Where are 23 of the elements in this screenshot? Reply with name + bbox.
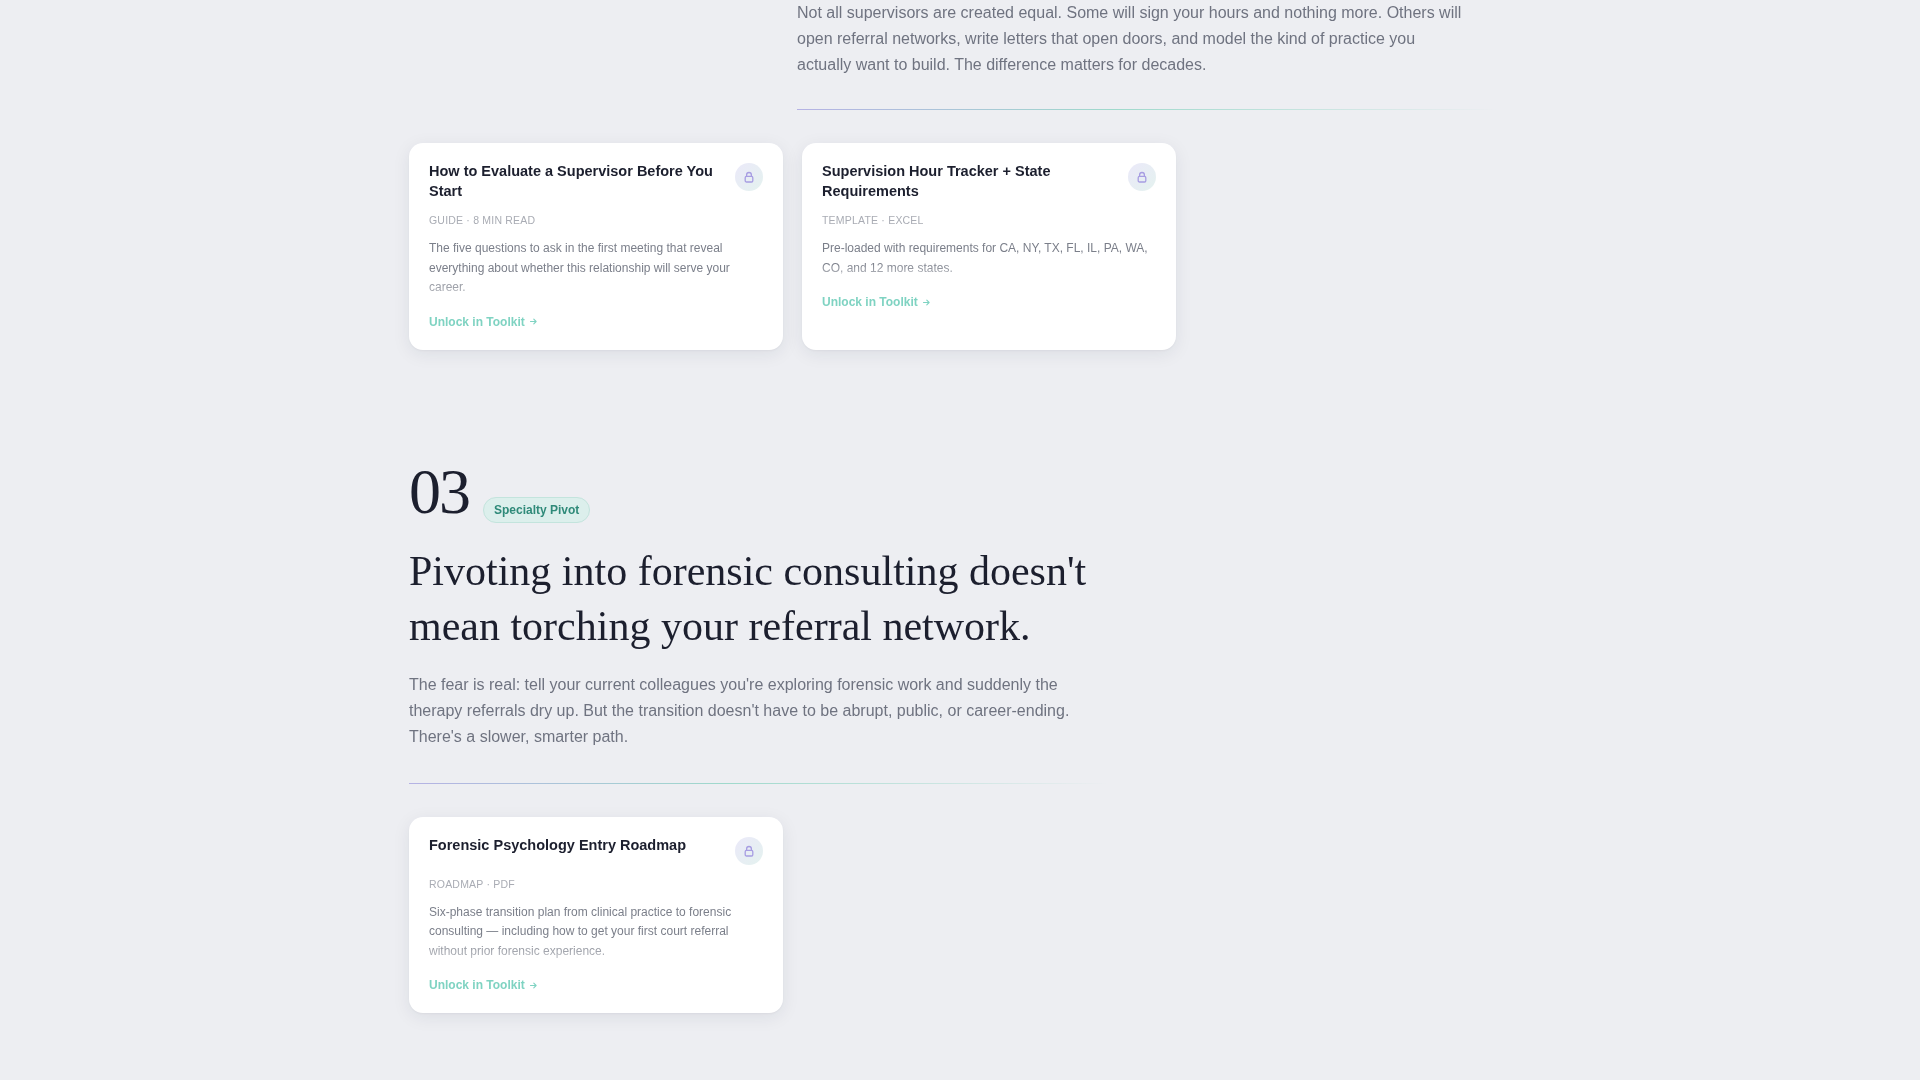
section-paragraph: The fear is real: tell your current colleagues you're exploring forensic work and suddenly the therapy referrals dry up. But the transition doesn't have to be abrupt, public, or career-ending. There's a slower, smarter path. — [409, 674, 1071, 747]
card-description: Six-phase transition plan from clinical practice to forensic consulting — including how to get your first court referral without prior forensic experience. — [429, 903, 733, 960]
card-meta: TEMPLATE · EXCEL — [822, 213, 925, 227]
arrow-right-icon — [529, 318, 537, 325]
card-title: How to Evaluate a Supervisor Before You Start — [429, 162, 714, 201]
lock-icon — [735, 163, 763, 191]
unlock-link[interactable]: Unlock in Toolkit — [429, 977, 537, 993]
card-meta: GUIDE · 8 MIN READ — [429, 213, 537, 227]
card-title: Forensic Psychology Entry Roadmap — [429, 835, 687, 855]
section-heading: Pivoting into forensic consulting doesn't mean torching your referral network. — [409, 546, 1088, 651]
card-description: Pre-loaded with requirements for CA, NY, TX, FL, IL, PA, WA, CO, and 12 more states. — [822, 240, 1149, 277]
card-title: Supervision Hour Tracker + State Requirements — [822, 162, 1052, 201]
lock-icon — [1128, 163, 1156, 191]
arrow-right-icon — [529, 981, 537, 989]
intro-paragraph: Not all supervisors are created equal. Some will sign your hours and nothing more. Others will open referral networks, write letters that open doors, and model the kind of practice you actually want to build. The difference matters for decades. — [797, 3, 1463, 75]
card-description: The five questions to ask in the first meeting that reveal everything about whether this relationship will serve your career. — [429, 240, 731, 296]
arrow-right-icon — [922, 298, 930, 306]
section-tag: Specialty Pivot — [483, 496, 591, 523]
lock-icon — [735, 836, 763, 865]
section-number: 03 — [409, 459, 469, 524]
unlock-link[interactable]: Unlock in Toolkit — [429, 313, 537, 330]
card-meta: ROADMAP · PDF — [429, 876, 516, 891]
unlock-link[interactable]: Unlock in Toolkit — [822, 294, 930, 310]
